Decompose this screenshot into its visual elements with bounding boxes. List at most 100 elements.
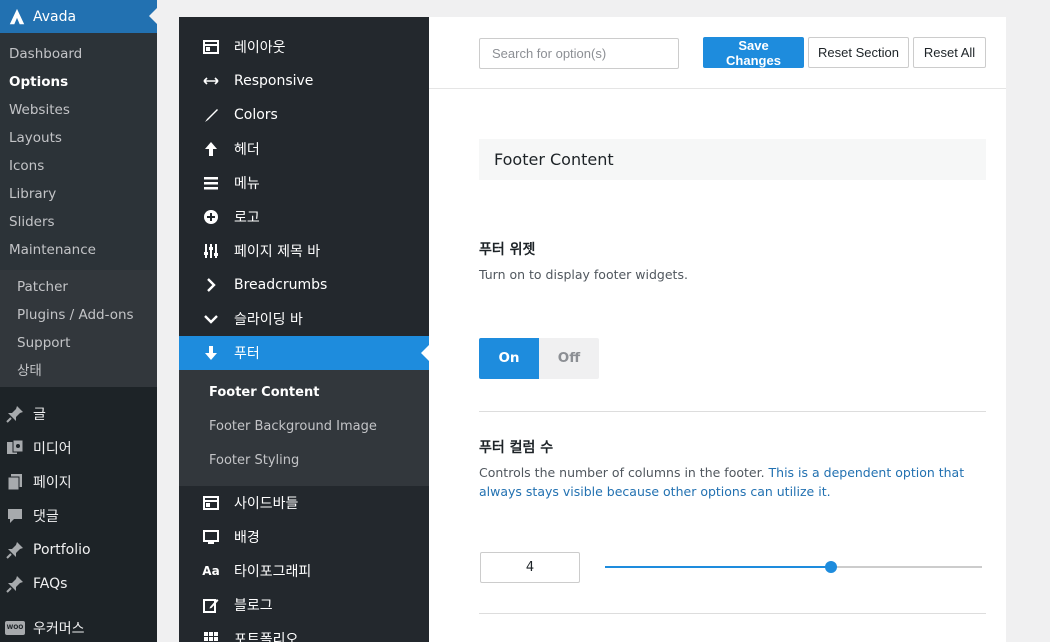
avada-submenu-item[interactable]: Support — [0, 329, 157, 357]
options-nav-label: 페이지 제목 바 — [234, 244, 321, 260]
current-menu-arrow — [149, 8, 157, 24]
wp-menu-item[interactable]: 글 — [0, 397, 157, 431]
options-nav-item[interactable]: 로고 — [179, 200, 429, 234]
avada-submenu-item[interactable]: Sliders — [0, 208, 157, 236]
wp-menu-item[interactable]: Portfolio — [0, 533, 157, 567]
options-nav-label: 푸터 — [234, 346, 260, 362]
options-content: Save Changes Reset Section Reset All Foo… — [429, 17, 1006, 642]
toggle-on-button[interactable]: On — [479, 338, 539, 379]
woo-icon: WOO — [5, 618, 25, 638]
wp-menu-label: Portfolio — [33, 542, 91, 558]
wp-menu-item[interactable]: WOO 우커머스 — [0, 611, 157, 642]
footer-columns-input[interactable]: 4 — [480, 552, 580, 583]
options-nav-item[interactable]: 푸터 — [179, 336, 429, 370]
avada-submenu-item[interactable]: 상태 — [0, 357, 157, 385]
options-nav-label: Responsive — [234, 73, 314, 89]
options-subnav: Footer Content Footer Background Image Foo… — [179, 370, 429, 486]
options-nav-label: 슬라이딩 바 — [234, 312, 303, 328]
options-nav-label: 헤더 — [234, 142, 260, 158]
footer-widgets-title: 푸터 위젯 — [479, 242, 536, 258]
slider-thumb[interactable] — [825, 561, 838, 573]
options-nav-item[interactable]: Responsive — [179, 64, 429, 98]
options-nav: 레이아웃 Responsive Colors 헤더메뉴로고페이지 제목 바 Breadc… — [179, 17, 429, 642]
reset-section-button[interactable]: Reset Section — [808, 37, 909, 68]
wp-menu-label: 글 — [33, 407, 46, 423]
options-nav-item[interactable]: 레이아웃 — [179, 30, 429, 64]
options-toolbar: Save Changes Reset Section Reset All — [429, 17, 1006, 89]
avada-submenu-item[interactable]: Patcher — [0, 273, 157, 301]
options-nav-label: 로고 — [234, 210, 260, 226]
options-nav-label: 배경 — [234, 530, 260, 546]
arrow-down-icon — [201, 345, 221, 361]
options-nav-item[interactable]: Aa 타이포그래피 — [179, 554, 429, 588]
layout-icon — [201, 495, 221, 511]
chevron-down-icon — [201, 311, 221, 327]
options-nav-label: 포트폴리오 — [234, 632, 299, 642]
wp-menu-item[interactable]: 댓글 — [0, 499, 157, 533]
options-nav-item[interactable]: 메뉴 — [179, 166, 429, 200]
media-icon — [5, 438, 25, 458]
avada-submenu-item[interactable]: Options — [0, 68, 157, 96]
save-changes-button[interactable]: Save Changes — [703, 37, 804, 68]
avada-logo-icon — [9, 8, 25, 24]
options-nav-label: 레이아웃 — [234, 40, 286, 56]
typography-glyph: Aa — [202, 564, 220, 578]
wp-admin-menu: Avada Dashboard Options Websites Layouts Ico… — [0, 0, 157, 642]
options-nav-label: Colors — [234, 107, 278, 123]
footer-widgets-desc: Turn on to display footer widgets. — [479, 267, 688, 282]
options-nav-item[interactable]: 배경 — [179, 520, 429, 554]
footer-columns-desc-text: Controls the number of columns in the fo… — [479, 465, 765, 480]
options-nav-label: 타이포그래피 — [234, 564, 312, 580]
options-nav-label: 사이드바들 — [234, 496, 299, 512]
search-input[interactable] — [479, 38, 679, 69]
options-subnav-item[interactable]: Footer Styling — [179, 444, 429, 478]
arrow-up-icon — [201, 141, 221, 157]
options-nav-item[interactable]: 슬라이딩 바 — [179, 302, 429, 336]
options-subnav-item[interactable]: Footer Content — [179, 376, 429, 410]
options-nav-label: Breadcrumbs — [234, 277, 328, 293]
avada-submenu-item[interactable]: Dashboard — [0, 40, 157, 68]
options-subnav-item[interactable]: Footer Background Image — [179, 410, 429, 444]
wp-menu-item[interactable]: FAQs — [0, 567, 157, 601]
pin-icon — [5, 540, 25, 560]
avada-submenu-item[interactable]: Icons — [0, 152, 157, 180]
wp-menu-item[interactable]: 페이지 — [0, 465, 157, 499]
options-nav-item[interactable]: 헤더 — [179, 132, 429, 166]
reset-all-button[interactable]: Reset All — [913, 37, 986, 68]
options-nav-label: 메뉴 — [234, 176, 260, 192]
sliders-icon — [201, 243, 221, 259]
toggle-off-button[interactable]: Off — [539, 338, 599, 379]
avada-submenu-item[interactable]: Layouts — [0, 124, 157, 152]
avada-submenu-item[interactable]: Maintenance — [0, 236, 157, 264]
options-nav-label: 블로그 — [234, 598, 273, 614]
avada-menu-label: Avada — [33, 8, 77, 25]
options-nav-item[interactable]: 페이지 제목 바 — [179, 234, 429, 268]
wp-menu-label: FAQs — [33, 576, 68, 592]
monitor-icon — [201, 529, 221, 545]
pin-icon — [5, 574, 25, 594]
avada-menu-item[interactable]: Avada — [0, 0, 157, 33]
comment-icon — [5, 506, 25, 526]
slider-fill — [605, 566, 832, 568]
avada-submenu: Dashboard Options Websites Layouts Icons Libr… — [0, 33, 157, 270]
footer-columns-desc: Controls the number of columns in the fo… — [479, 463, 986, 501]
avada-submenu-item[interactable]: Plugins / Add-ons — [0, 301, 157, 329]
options-nav-item[interactable]: Colors — [179, 98, 429, 132]
options-nav-item[interactable]: 사이드바들 — [179, 486, 429, 520]
wp-menu-item[interactable]: 미디어 — [0, 431, 157, 465]
avada-submenu-item[interactable]: Library — [0, 180, 157, 208]
wp-menu-label: 우커머스 — [33, 621, 85, 637]
section-title: Footer Content — [479, 139, 986, 180]
options-nav-item[interactable]: 블로그 — [179, 588, 429, 622]
arrows-horizontal-icon — [201, 73, 221, 89]
avada-submenu-item[interactable]: Websites — [0, 96, 157, 124]
typography-icon: Aa — [201, 563, 221, 579]
options-nav-item[interactable]: Breadcrumbs — [179, 268, 429, 302]
options-nav-item[interactable]: 포트폴리오 — [179, 622, 429, 642]
brush-icon — [201, 107, 221, 123]
page-icon — [5, 472, 25, 492]
woo-badge: WOO — [5, 621, 25, 635]
footer-widgets-toggle: On Off — [479, 338, 599, 379]
footer-columns-slider[interactable] — [605, 560, 982, 574]
edit-icon — [201, 597, 221, 613]
